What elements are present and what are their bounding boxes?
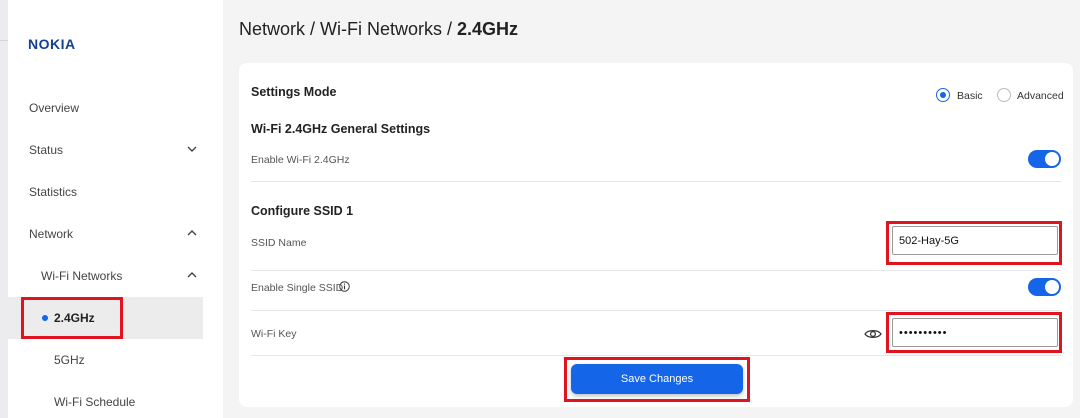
- radio-advanced[interactable]: [997, 88, 1011, 102]
- sidebar-item-label: 5GHz: [54, 353, 85, 367]
- breadcrumb-current: 2.4GHz: [457, 19, 519, 39]
- breadcrumb: Network / Wi-Fi Networks / 2.4GHz: [239, 19, 518, 40]
- general-settings-title: Wi-Fi 2.4GHz General Settings: [251, 122, 431, 136]
- enable-wifi-toggle[interactable]: [1028, 150, 1061, 168]
- chevron-up-icon[interactable]: [186, 269, 198, 281]
- sidebar-item-status[interactable]: Status: [8, 129, 203, 171]
- divider: [251, 310, 1061, 311]
- sidebar-item-overview[interactable]: Overview: [8, 87, 203, 129]
- sidebar-item-label: Network: [29, 227, 74, 241]
- highlight-box-save: [564, 357, 750, 402]
- sidebar-item-label: Status: [29, 143, 64, 157]
- enable-wifi-label: Enable Wi-Fi 2.4GHz: [251, 154, 350, 166]
- divider: [251, 270, 1061, 271]
- sidebar-item-label: Statistics: [29, 185, 78, 199]
- ssid-name-label: SSID Name: [251, 237, 307, 249]
- sidebar-item-label: Wi-Fi Schedule: [54, 395, 136, 409]
- highlight-box-ssid-name: [886, 221, 1062, 265]
- sidebar-item-5ghz[interactable]: 5GHz: [8, 339, 203, 381]
- breadcrumb-path: Network / Wi-Fi Networks /: [239, 19, 458, 39]
- radio-basic-label: Basic: [957, 90, 983, 102]
- sidebar-item-network[interactable]: Network: [8, 213, 203, 255]
- highlight-box-wifi-key: [886, 312, 1062, 353]
- settings-mode-title: Settings Mode: [251, 85, 337, 99]
- sidebar-item-statistics[interactable]: Statistics: [8, 171, 203, 213]
- chevron-down-icon[interactable]: [186, 143, 198, 155]
- highlight-box-sidebar: [21, 297, 123, 339]
- configure-ssid-title: Configure SSID 1: [251, 204, 354, 218]
- sidebar-item-label: Wi-Fi Networks: [41, 269, 123, 283]
- sidebar-item-label: Overview: [29, 101, 80, 115]
- divider: [251, 355, 1061, 356]
- window-edge: [0, 0, 8, 418]
- enable-single-ssid-label: Enable Single SSID: [251, 282, 344, 294]
- eye-icon[interactable]: [864, 328, 882, 340]
- enable-single-ssid-toggle[interactable]: [1028, 278, 1061, 296]
- sidebar-item-wifi-schedule[interactable]: Wi-Fi Schedule: [8, 381, 203, 418]
- radio-basic[interactable]: [936, 88, 950, 102]
- chevron-up-icon[interactable]: [186, 227, 198, 239]
- sidebar-item-wifi-networks[interactable]: Wi-Fi Networks: [8, 255, 203, 297]
- radio-advanced-label: Advanced: [1017, 90, 1064, 102]
- wifi-key-label: Wi-Fi Key: [251, 328, 297, 340]
- sidebar: NOKIA Overview Status Statistics Network…: [8, 0, 223, 418]
- info-icon[interactable]: [339, 281, 350, 292]
- nokia-logo: NOKIA: [28, 36, 76, 52]
- divider: [251, 181, 1061, 182]
